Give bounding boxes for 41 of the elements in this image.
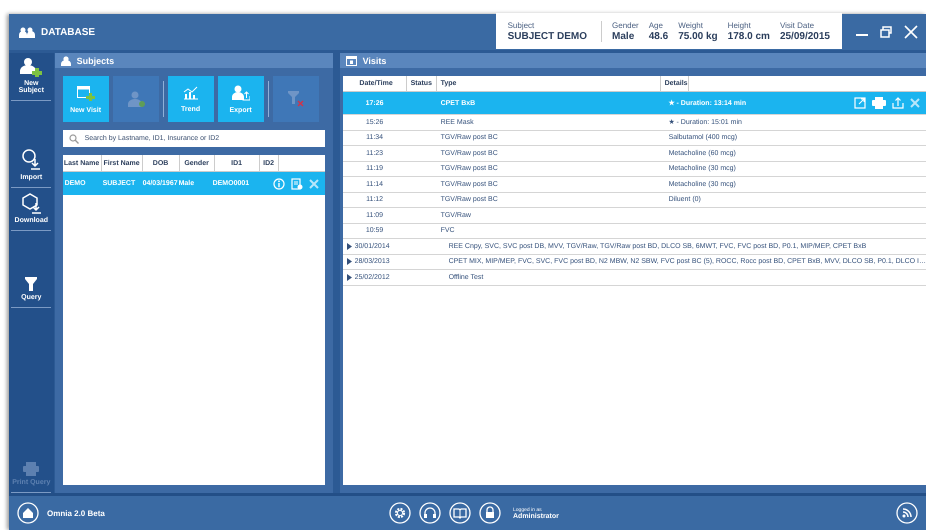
person-icon	[60, 56, 71, 66]
info-value: 48.6	[648, 30, 668, 42]
person-export-icon	[232, 84, 250, 100]
home-icon[interactable]	[17, 502, 39, 524]
info-label: Height	[728, 20, 752, 30]
restore-icon[interactable]	[880, 26, 892, 38]
search-icon	[68, 134, 79, 144]
people-icon	[19, 26, 35, 38]
funnel-icon	[25, 277, 38, 291]
calendar-icon	[346, 55, 357, 66]
window-title: DATABASE	[41, 26, 96, 38]
add-person-icon	[20, 57, 42, 77]
person-edit-icon	[126, 91, 145, 107]
settings-icon[interactable]	[389, 502, 411, 524]
info-value: Male	[612, 30, 636, 42]
panel-title: Visits	[362, 56, 386, 66]
info-label: Age	[648, 20, 664, 30]
filter-clear-icon	[288, 91, 304, 107]
book-icon[interactable]	[449, 502, 471, 524]
info-value: SUBJECT DEMO	[508, 30, 588, 42]
import-icon	[21, 149, 42, 171]
expand-icon[interactable]	[347, 274, 352, 281]
info-value: 75.00 kg	[678, 30, 718, 42]
headset-icon[interactable]	[419, 502, 441, 524]
info-label: Visit Date	[780, 20, 816, 30]
close-icon[interactable]	[904, 25, 918, 39]
calendar-add-icon	[76, 84, 95, 100]
info-value: 25/09/2015	[780, 30, 830, 42]
expand-icon[interactable]	[347, 242, 352, 250]
chart-icon	[182, 86, 199, 100]
rss-icon[interactable]	[896, 502, 918, 524]
expand-icon[interactable]	[347, 258, 352, 266]
info-value: 178.0 cm	[728, 30, 770, 42]
download-icon	[21, 192, 42, 214]
info-label: Weight	[678, 20, 704, 30]
printer-icon	[23, 462, 40, 476]
info-label: Gender	[612, 20, 639, 30]
panel-title: Subjects	[76, 56, 114, 66]
app-name: Omnia 2.0 Beta	[47, 508, 105, 518]
info-label: Subject	[508, 20, 536, 30]
lock-icon[interactable]	[479, 502, 501, 524]
